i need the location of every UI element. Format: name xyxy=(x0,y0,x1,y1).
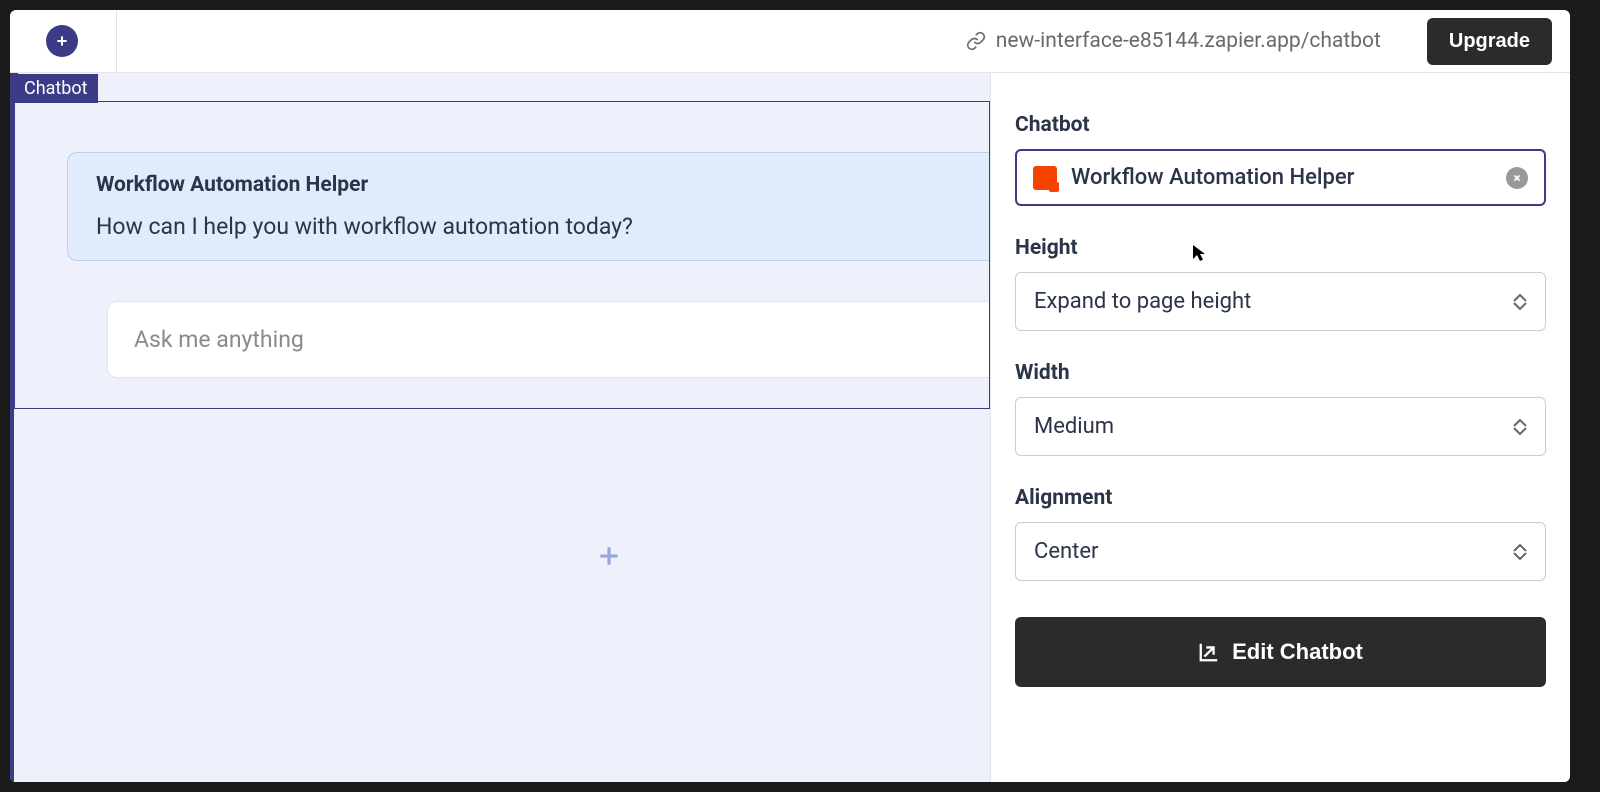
window-frame: new-interface-e85144.zapier.app/chatbot … xyxy=(0,0,1600,792)
alignment-select-value: Center xyxy=(1034,539,1098,564)
plus-icon xyxy=(54,33,70,49)
chat-title: Workflow Automation Helper xyxy=(96,173,961,197)
chatbot-field: Chatbot Workflow Automation Helper xyxy=(1015,113,1546,206)
width-select[interactable]: Medium xyxy=(1015,397,1546,456)
chevron-updown-icon xyxy=(1513,544,1527,560)
chatbot-app-icon xyxy=(1033,166,1057,190)
chatbot-block[interactable]: Chatbot Workflow Automation Helper How c… xyxy=(14,101,990,409)
ask-input[interactable]: Ask me anything xyxy=(107,301,989,378)
block-tag: Chatbot xyxy=(14,74,98,103)
plus-icon xyxy=(594,541,624,571)
sidepanel: Chatbot Workflow Automation Helper Heigh… xyxy=(990,73,1570,782)
chat-greeting: How can I help you with workflow automat… xyxy=(96,213,961,240)
link-icon xyxy=(966,31,986,51)
width-field-label: Width xyxy=(1015,361,1546,385)
topbar: new-interface-e85144.zapier.app/chatbot … xyxy=(10,10,1570,73)
height-field-label: Height xyxy=(1015,236,1546,260)
add-page-button[interactable] xyxy=(46,25,78,57)
external-link-icon xyxy=(1198,641,1220,663)
page-url-text: new-interface-e85144.zapier.app/chatbot xyxy=(996,29,1381,53)
chat-message-card: Workflow Automation Helper How can I hel… xyxy=(67,152,989,261)
clear-chatbot-button[interactable] xyxy=(1506,167,1528,189)
cursor-icon xyxy=(1192,244,1206,266)
page-url[interactable]: new-interface-e85144.zapier.app/chatbot xyxy=(966,29,1381,53)
app-root: new-interface-e85144.zapier.app/chatbot … xyxy=(10,10,1570,782)
chatbot-field-label: Chatbot xyxy=(1015,113,1546,137)
chatbot-select-value: Workflow Automation Helper xyxy=(1071,165,1492,190)
chevron-updown-icon xyxy=(1513,419,1527,435)
height-select[interactable]: Expand to page height xyxy=(1015,272,1546,331)
height-select-value: Expand to page height xyxy=(1034,289,1251,314)
chatbot-select[interactable]: Workflow Automation Helper xyxy=(1015,149,1546,206)
width-select-value: Medium xyxy=(1034,414,1114,439)
alignment-select[interactable]: Center xyxy=(1015,522,1546,581)
alignment-field: Alignment Center xyxy=(1015,486,1546,581)
edit-chatbot-label: Edit Chatbot xyxy=(1232,639,1363,665)
body-row: Chatbot Workflow Automation Helper How c… xyxy=(10,73,1570,782)
ask-input-placeholder: Ask me anything xyxy=(134,326,963,353)
divider xyxy=(116,10,117,73)
height-field: Height Expand to page height xyxy=(1015,236,1546,331)
close-icon xyxy=(1512,173,1522,183)
add-block-button[interactable] xyxy=(594,541,624,575)
canvas[interactable]: Chatbot Workflow Automation Helper How c… xyxy=(10,73,990,782)
upgrade-button[interactable]: Upgrade xyxy=(1427,18,1552,65)
edit-chatbot-button[interactable]: Edit Chatbot xyxy=(1015,617,1546,687)
chevron-updown-icon xyxy=(1513,294,1527,310)
width-field: Width Medium xyxy=(1015,361,1546,456)
alignment-field-label: Alignment xyxy=(1015,486,1546,510)
